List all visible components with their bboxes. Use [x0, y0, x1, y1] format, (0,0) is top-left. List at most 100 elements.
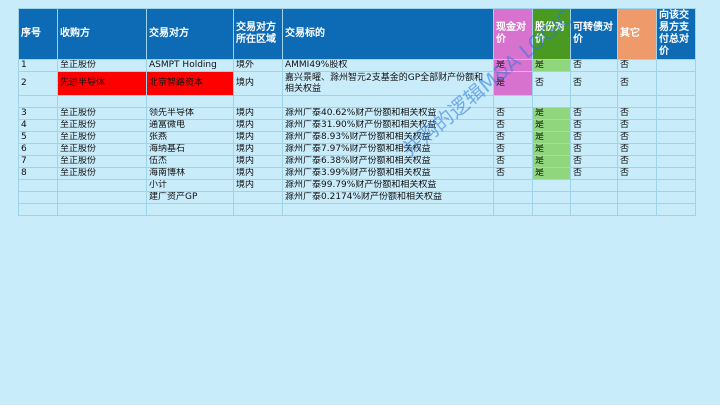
- cell-counterparty: 伍杰: [146, 155, 234, 168]
- cell-region: 境内: [233, 71, 283, 96]
- cell-region: 境内: [233, 155, 283, 168]
- cell-counterparty: ASMPT Holding: [146, 59, 234, 72]
- cell-cash: 否: [493, 143, 533, 156]
- cell-cash: [493, 179, 533, 192]
- cell-convertible: 否: [570, 167, 618, 180]
- cell-target: 滁州广泰40.62%财产份额和相关权益: [282, 107, 494, 120]
- cell-acquirer: 至正股份: [57, 107, 147, 120]
- cell-shares: [532, 95, 571, 108]
- cell-target: AMMI49%股权: [282, 59, 494, 72]
- cell-shares: [532, 191, 571, 204]
- cell-paid-to: [656, 107, 696, 120]
- cell-acquirer: 至正股份: [57, 155, 147, 168]
- cell-cash: 是: [493, 59, 533, 72]
- cell-counterparty: 通富微电: [146, 119, 234, 132]
- cell-seq: 1: [18, 59, 58, 72]
- cell-other: 否: [617, 71, 657, 96]
- header-target: 交易标的: [282, 8, 494, 60]
- cell-paid-to: [656, 203, 696, 216]
- cell-other: 否: [617, 167, 657, 180]
- cell-paid-to: [656, 95, 696, 108]
- cell-convertible: 否: [570, 59, 618, 72]
- cell-acquirer: [57, 95, 147, 108]
- cell-shares: 是: [532, 143, 571, 156]
- header-seq: 序号: [18, 8, 58, 60]
- table-row: 7 至正股份 伍杰 境内 滁州广泰6.38%财产份额和相关权益 否 是 否 否: [18, 155, 696, 168]
- cell-seq: 4: [18, 119, 58, 132]
- table-row: [18, 95, 696, 108]
- cell-cash: [493, 203, 533, 216]
- cell-other: [617, 191, 657, 204]
- cell-convertible: 否: [570, 107, 618, 120]
- table-row: 2 先进半导体 北京智路资本 境内 嘉兴景曜、滁州智元2支基金的GP全部财产份额…: [18, 71, 696, 96]
- table-row: 4 至正股份 通富微电 境内 滁州广泰31.90%财产份额和相关权益 否 是 否…: [18, 119, 696, 132]
- cell-acquirer: [57, 179, 147, 192]
- cell-cash: [493, 191, 533, 204]
- cell-shares: [532, 179, 571, 192]
- cell-region: [233, 95, 283, 108]
- table-row: 3 至正股份 领先半导体 境内 滁州广泰40.62%财产份额和相关权益 否 是 …: [18, 107, 696, 120]
- cell-shares: 否: [532, 71, 571, 96]
- cell-shares: 是: [532, 107, 571, 120]
- cell-target: 滁州广泰31.90%财产份额和相关权益: [282, 119, 494, 132]
- cell-seq: [18, 179, 58, 192]
- cell-counterparty: 建广资产GP: [146, 191, 234, 204]
- cell-target: 滁州广泰99.79%财产份额和相关权益: [282, 179, 494, 192]
- cell-seq: [18, 203, 58, 216]
- header-other: 其它: [617, 8, 657, 60]
- cell-other: [617, 179, 657, 192]
- cell-region: 境外: [233, 59, 283, 72]
- cell-other: [617, 203, 657, 216]
- cell-region: [233, 203, 283, 216]
- cell-cash: [493, 95, 533, 108]
- cell-seq: 6: [18, 143, 58, 156]
- cell-paid-to: [656, 167, 696, 180]
- cell-target: 滁州广泰0.2174%财产份额和相关权益: [282, 191, 494, 204]
- cell-seq: [18, 95, 58, 108]
- cell-other: [617, 95, 657, 108]
- cell-region: 境内: [233, 107, 283, 120]
- cell-paid-to: [656, 131, 696, 144]
- cell-cash: 是: [493, 71, 533, 96]
- cell-region: [233, 191, 283, 204]
- cell-convertible: [570, 203, 618, 216]
- cell-seq: [18, 191, 58, 204]
- cell-region: 境内: [233, 119, 283, 132]
- cell-acquirer: 至正股份: [57, 131, 147, 144]
- header-counterparty: 交易对方: [146, 8, 234, 60]
- cell-convertible: 否: [570, 143, 618, 156]
- cell-target: 滁州广泰7.97%财产份额和相关权益: [282, 143, 494, 156]
- cell-region: 境内: [233, 179, 283, 192]
- cell-other: 否: [617, 119, 657, 132]
- cell-seq: 2: [18, 71, 58, 96]
- cell-shares: [532, 203, 571, 216]
- cell-target: [282, 95, 494, 108]
- table-row: 建广资产GP 滁州广泰0.2174%财产份额和相关权益: [18, 191, 696, 204]
- cell-counterparty: 北京智路资本: [146, 71, 234, 96]
- cell-other: 否: [617, 143, 657, 156]
- cell-cash: 否: [493, 167, 533, 180]
- cell-convertible: [570, 191, 618, 204]
- cell-counterparty: 张燕: [146, 131, 234, 144]
- header-paid-to: 向该交易方支付总对价: [656, 8, 696, 60]
- cell-paid-to: [656, 179, 696, 192]
- cell-other: 否: [617, 59, 657, 72]
- cell-counterparty: 海南博林: [146, 167, 234, 180]
- header-row: 序号 收购方 交易对方 交易对方所在区域 交易标的 现金对价 股份对价 可转债对…: [18, 8, 696, 60]
- cell-other: 否: [617, 131, 657, 144]
- cell-region: 境内: [233, 131, 283, 144]
- cell-paid-to: [656, 59, 696, 72]
- cell-cash: 否: [493, 131, 533, 144]
- cell-target: 嘉兴景曜、滁州智元2支基金的GP全部财产份额和相关权益: [282, 71, 494, 96]
- cell-paid-to: [656, 155, 696, 168]
- cell-seq: 7: [18, 155, 58, 168]
- table-row: 小计 境内 滁州广泰99.79%财产份额和相关权益: [18, 179, 696, 192]
- cell-seq: 5: [18, 131, 58, 144]
- cell-target: 滁州广泰8.93%财产份额和相关权益: [282, 131, 494, 144]
- cell-shares: 是: [532, 59, 571, 72]
- cell-paid-to: [656, 143, 696, 156]
- cell-acquirer: 至正股份: [57, 143, 147, 156]
- header-region: 交易对方所在区域: [233, 8, 283, 60]
- cell-convertible: 否: [570, 71, 618, 96]
- header-cash: 现金对价: [493, 8, 533, 60]
